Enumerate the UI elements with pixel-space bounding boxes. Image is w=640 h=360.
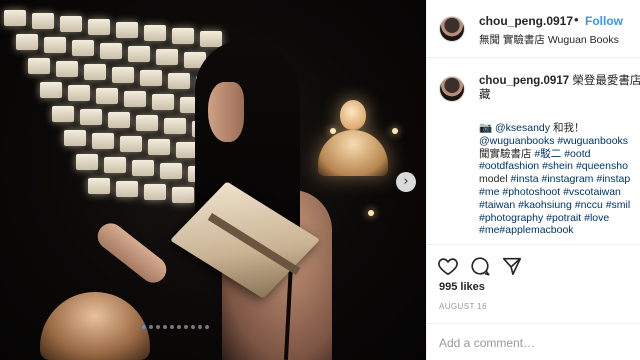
caption-line: #me #photoshoot #vscotaiwan (479, 185, 621, 198)
post-photo[interactable]: › (0, 0, 426, 360)
shelf-light (108, 112, 130, 128)
post-header: chou_peng.0917 • Follow 無聞 實驗書店 Wuguan B… (427, 0, 640, 58)
shelf-light (32, 13, 54, 29)
shelf-light (72, 40, 94, 56)
carousel-dot (184, 325, 188, 329)
shelf-light (144, 25, 166, 41)
shelf-light (64, 130, 86, 146)
avatar[interactable] (439, 16, 465, 42)
caption-username[interactable]: chou_peng.0917 (479, 75, 569, 87)
follow-button[interactable]: Follow (585, 14, 623, 28)
shelf-light (68, 85, 90, 101)
light-dot (392, 128, 398, 134)
shelf-light (4, 10, 26, 26)
caption-second-line: 藏 (479, 89, 491, 101)
shelf-light (40, 82, 62, 98)
share-icon[interactable] (501, 255, 523, 277)
shelf-light (120, 136, 142, 152)
shelf-light (56, 61, 78, 77)
shelf-light (80, 109, 102, 125)
glowing-lamp (40, 292, 150, 360)
caption-line: model #insta #instagram #instap (479, 173, 631, 186)
shelf-light (112, 67, 134, 83)
shelf-light (96, 88, 118, 104)
carousel-dot (205, 325, 209, 329)
shelf-light (128, 46, 150, 62)
caption-text: 榮登最愛書店第 (572, 75, 640, 87)
light-dot (368, 210, 374, 216)
shelf-light (16, 34, 38, 50)
shelf-light (28, 58, 50, 74)
post-date: AUGUST 16 (439, 302, 487, 311)
post-side-panel: chou_peng.0917 • Follow 無聞 實驗書店 Wuguan B… (426, 0, 640, 360)
caption-line: #photography #potrait #love (479, 211, 610, 224)
carousel-dot (191, 325, 195, 329)
woman-reading-figure (92, 40, 340, 360)
shelf-light (124, 91, 146, 107)
carousel-dot (170, 325, 174, 329)
carousel-dots (142, 325, 209, 329)
comment-box: Add a comment… (427, 323, 640, 360)
shelf-light (44, 37, 66, 53)
shelf-light (100, 43, 122, 59)
shelf-light (116, 181, 138, 197)
header-separator: • (574, 12, 579, 27)
caption-line: 📷 @ksesandy 和我！ (479, 122, 585, 134)
comment-icon[interactable] (469, 255, 491, 277)
carousel-dot (142, 325, 146, 329)
caption-line: @wuguanbooks #wuguanbooks (479, 134, 629, 147)
caption-line: #taiwan #kaohsiung #nccu #smil (479, 198, 631, 211)
caption-line: #ootdfashion #shein #queensho (479, 160, 628, 173)
shelf-light (88, 178, 110, 194)
shelf-light (116, 22, 138, 38)
avatar[interactable] (439, 76, 465, 102)
caption-line: 聞實驗書店 #駁二 #ootd (479, 147, 591, 160)
carousel-dot (163, 325, 167, 329)
shelf-light (104, 157, 126, 173)
caption-section: chou_peng.0917 榮登最愛書店第 藏 📷 @ksesandy 和我！… (427, 58, 640, 244)
carousel-dot (177, 325, 181, 329)
username-link[interactable]: chou_peng.0917 (479, 14, 573, 28)
caption-first-line: chou_peng.0917 榮登最愛書店第 (479, 74, 640, 88)
post-actions: 995 likes AUGUST 16 Add a comment… (427, 244, 640, 360)
heart-icon[interactable] (437, 255, 459, 277)
carousel-dot (149, 325, 153, 329)
comment-input[interactable]: Add a comment… (439, 336, 535, 350)
shelf-light (52, 106, 74, 122)
shelf-light (60, 16, 82, 32)
shelf-light (76, 154, 98, 170)
chevron-right-icon[interactable]: › (396, 172, 416, 192)
likes-count[interactable]: 995 likes (439, 281, 485, 293)
carousel-dot (198, 325, 202, 329)
shelf-light (92, 133, 114, 149)
carousel-dot (156, 325, 160, 329)
shelf-light (88, 19, 110, 35)
location-link[interactable]: 無聞 實驗書店 Wuguan Books (479, 32, 619, 47)
caption-hashtags: 📷 @ksesandy 和我！ @wuguanbooks #wuguanbooks… (479, 122, 640, 237)
shelf-light (84, 64, 106, 80)
caption-line: #me#applemacbook (479, 224, 574, 237)
